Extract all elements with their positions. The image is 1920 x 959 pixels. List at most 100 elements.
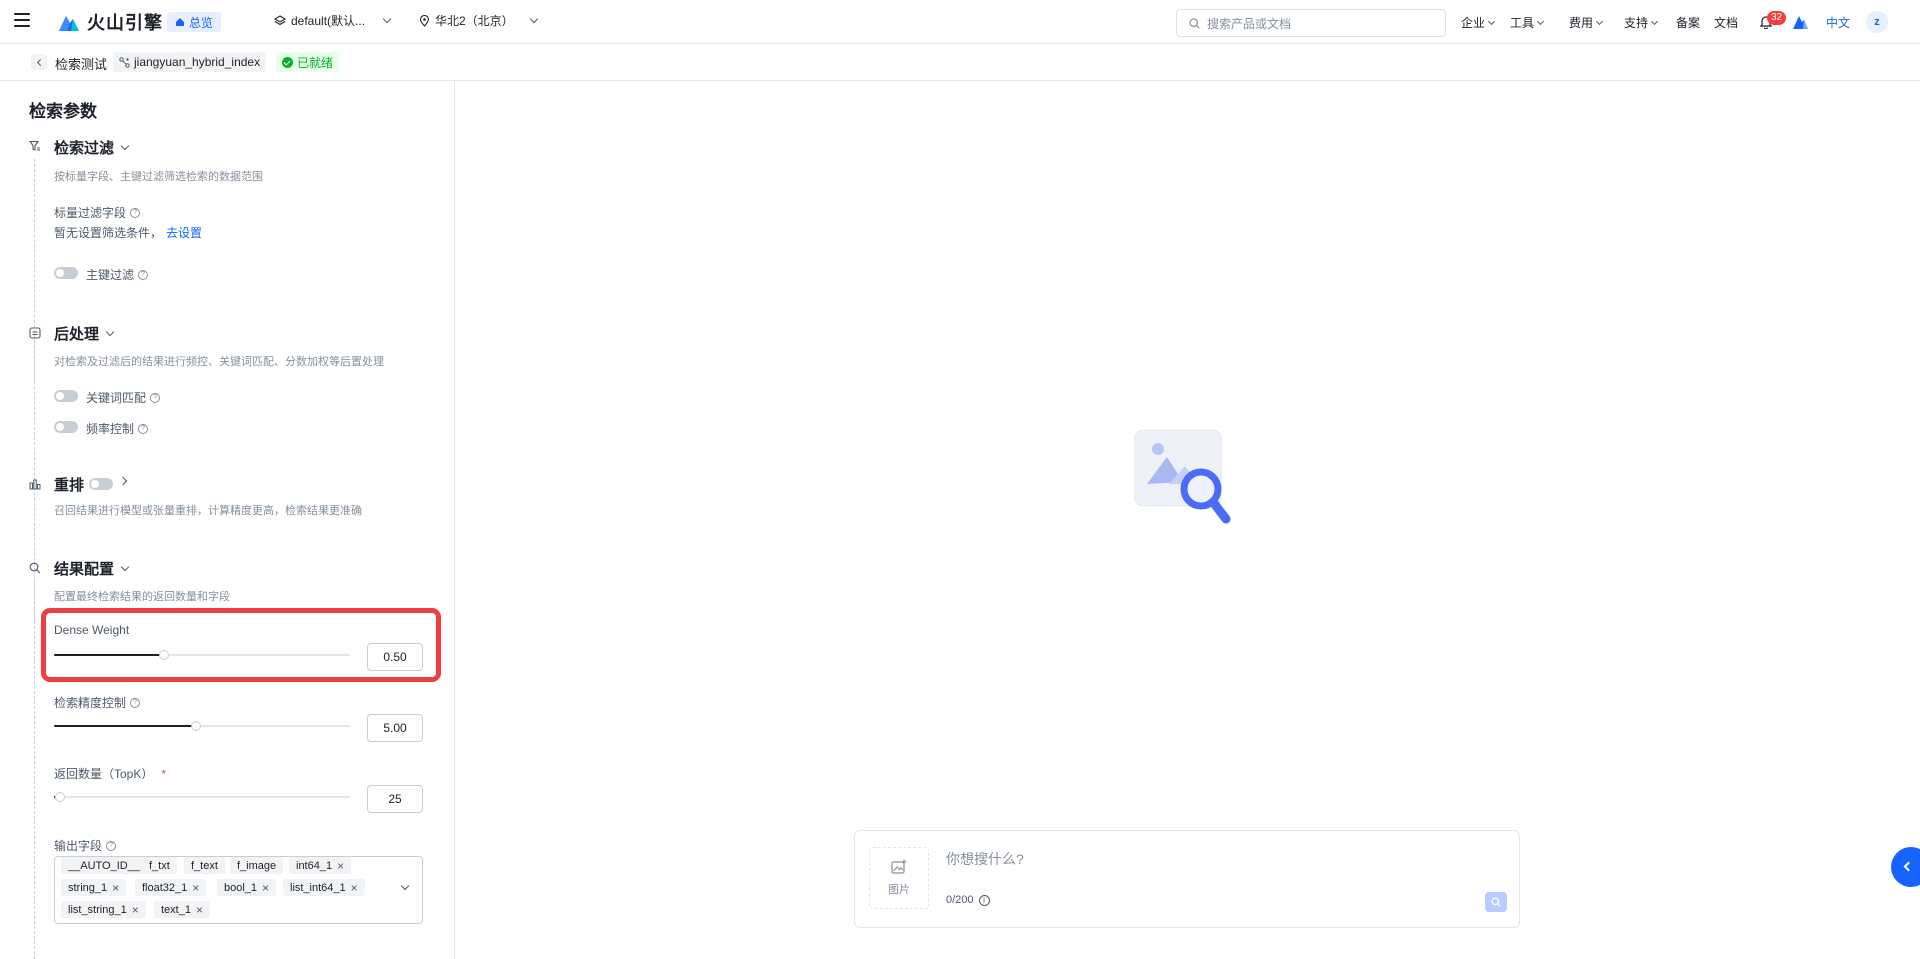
output-field-tag: f_image xyxy=(230,857,284,874)
help-icon[interactable]: ? xyxy=(150,392,161,403)
global-search-input[interactable]: 搜索产品或文档 xyxy=(1176,9,1446,37)
result-section-title: 结果配置 xyxy=(54,561,115,578)
overview-button[interactable]: 总览 xyxy=(167,12,222,32)
required-mark: * xyxy=(161,766,167,781)
hamburger-menu-icon[interactable] xyxy=(14,13,30,27)
page-title: 检索测试 xyxy=(55,57,108,72)
keyword-match-label: 关键词匹配 ? xyxy=(86,389,161,406)
dense-weight-highlight-box xyxy=(41,608,441,682)
search-params-panel: 检索参数 检索过滤 按标量字段、主键过滤筛选检索的数据范围 标量过滤字段 ? 暂… xyxy=(0,81,455,959)
brand-logo[interactable]: 火山引擎 xyxy=(57,9,163,35)
output-field-tag: bool_1 × xyxy=(217,879,277,896)
chevron-right-icon[interactable] xyxy=(118,476,128,486)
project-select[interactable]: default(默认... xyxy=(274,12,392,29)
scalar-filter-setup-link[interactable]: 去设置 xyxy=(166,224,202,241)
output-fields-select[interactable]: __AUTO_ID__ f_txt f_text f_image int64_1… xyxy=(54,856,423,924)
pk-filter-switch[interactable] xyxy=(54,267,78,279)
output-field-tag-label: bool_1 xyxy=(224,881,258,894)
remove-tag-icon[interactable]: × xyxy=(262,881,269,895)
chevron-down-icon[interactable] xyxy=(400,881,410,891)
ai-assistant-icon[interactable] xyxy=(1791,13,1809,31)
query-input-box[interactable]: 图片 你想搜什么? 0/200 i xyxy=(854,830,1520,928)
remove-tag-icon[interactable]: × xyxy=(196,903,203,917)
back-button[interactable] xyxy=(31,54,47,70)
help-icon[interactable]: ? xyxy=(138,423,149,434)
status-text: 已就绪 xyxy=(297,55,334,70)
empty-search-illustration xyxy=(1134,429,1231,524)
remove-tag-icon[interactable]: × xyxy=(351,881,358,895)
slider-thumb[interactable] xyxy=(54,792,65,802)
help-icon[interactable]: ? xyxy=(130,697,141,708)
topk-input[interactable]: 25 xyxy=(367,785,423,813)
char-counter: 0/200 i xyxy=(946,894,990,906)
help-icon[interactable]: ? xyxy=(130,207,141,218)
rerank-switch[interactable] xyxy=(89,478,113,490)
chevron-down-icon xyxy=(120,562,130,572)
output-field-tag-label: string_1 xyxy=(68,881,108,894)
remove-tag-icon[interactable]: × xyxy=(112,881,119,895)
language-switch[interactable]: 中文 xyxy=(1826,14,1850,31)
layers-icon xyxy=(274,14,286,25)
char-counter-text: 0/200 xyxy=(946,894,974,906)
slider-track xyxy=(54,796,350,798)
nav-support-label: 支持 xyxy=(1624,16,1649,30)
nav-filing[interactable]: 备案 xyxy=(1676,14,1700,31)
result-section-toggle[interactable]: 结果配置 xyxy=(54,558,130,579)
filter-section-desc: 按标量字段、主键过滤筛选检索的数据范围 xyxy=(54,171,263,183)
output-field-tag: text_1 × xyxy=(154,901,210,918)
section-connector xyxy=(34,581,35,959)
nav-tools[interactable]: 工具 xyxy=(1510,14,1545,31)
image-upload-button[interactable]: 图片 xyxy=(869,847,929,909)
post-section-title: 后处理 xyxy=(54,326,100,343)
output-field-tag-label: text_1 xyxy=(161,903,191,916)
precision-input[interactable]: 5.00 xyxy=(367,714,423,742)
output-field-tag: int64_1 × xyxy=(289,857,352,874)
nav-filing-label: 备案 xyxy=(1676,16,1701,30)
help-icon[interactable]: ? xyxy=(138,269,149,280)
location-pin-icon xyxy=(419,14,430,27)
nav-docs[interactable]: 文档 xyxy=(1714,14,1738,31)
remove-tag-icon[interactable]: × xyxy=(192,881,199,895)
output-field-tag-label: list_int64_1 xyxy=(290,881,346,894)
filter-section-toggle[interactable]: 检索过滤 xyxy=(54,137,130,158)
index-name: jiangyuan_hybrid_index xyxy=(134,55,261,69)
precision-slider[interactable] xyxy=(54,720,350,732)
chevron-down-icon xyxy=(382,14,392,24)
keyword-match-label-text: 关键词匹配 xyxy=(86,391,147,405)
search-submit-button[interactable] xyxy=(1485,892,1507,912)
remove-tag-icon[interactable]: × xyxy=(132,903,139,917)
slider-thumb[interactable] xyxy=(191,721,202,731)
pk-filter-label-text: 主键过滤 xyxy=(86,268,135,282)
remove-tag-icon[interactable]: × xyxy=(337,859,344,873)
check-circle-icon xyxy=(282,56,293,68)
topk-label: 返回数量（TopK） * xyxy=(54,765,166,782)
status-badge: 已就绪 xyxy=(276,52,340,72)
search-icon xyxy=(1189,17,1200,29)
topk-slider[interactable] xyxy=(54,791,350,803)
nav-billing[interactable]: 费用 xyxy=(1569,14,1604,31)
output-field-tag-label: f_text xyxy=(191,859,218,872)
post-process-icon xyxy=(29,327,41,339)
help-icon[interactable]: ? xyxy=(106,840,117,851)
output-field-tag: f_text xyxy=(184,857,225,874)
user-avatar[interactable]: z xyxy=(1866,11,1888,33)
info-icon[interactable]: i xyxy=(978,894,990,906)
search-icon xyxy=(29,562,41,574)
nav-enterprise[interactable]: 企业 xyxy=(1461,14,1496,31)
chevron-down-icon xyxy=(1536,17,1545,25)
output-field-tag-label: list_string_1 xyxy=(68,903,127,916)
nav-support[interactable]: 支持 xyxy=(1624,14,1659,31)
rerank-bars-icon xyxy=(29,479,41,490)
breadcrumb: 检索测试 jiangyuan_hybrid_index 已就绪 xyxy=(0,44,1920,81)
expand-side-panel-button[interactable] xyxy=(1891,847,1920,887)
output-field-tag: float32_1 × xyxy=(135,879,207,896)
output-field-tag-label: float32_1 xyxy=(142,881,188,894)
nav-docs-label: 文档 xyxy=(1714,16,1739,30)
chevron-down-icon xyxy=(1595,17,1604,25)
region-select[interactable]: 华北2（北京） xyxy=(419,12,538,29)
frequency-control-switch[interactable] xyxy=(54,421,78,433)
keyword-match-switch[interactable] xyxy=(54,390,78,402)
image-upload-label: 图片 xyxy=(888,884,910,896)
chevron-down-icon xyxy=(529,14,538,24)
post-section-toggle[interactable]: 后处理 xyxy=(54,323,115,344)
